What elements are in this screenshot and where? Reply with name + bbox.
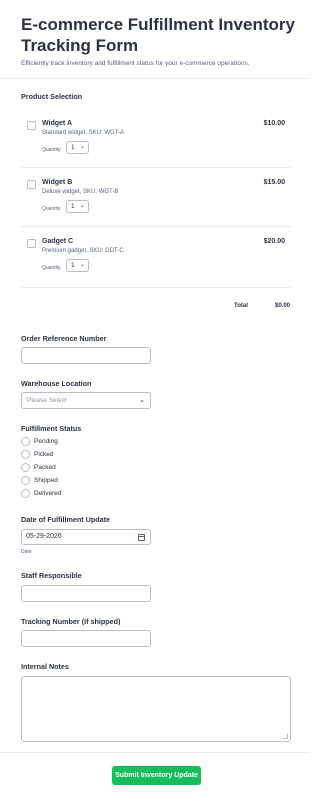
checkbox-icon[interactable] xyxy=(27,180,36,189)
order-reference-label: Order Reference Number xyxy=(21,334,107,343)
product-name: Widget B xyxy=(42,179,73,186)
chevron-down-icon: ⌄ xyxy=(79,262,85,268)
notes-textarea[interactable] xyxy=(21,676,291,742)
order-reference-input[interactable] xyxy=(21,347,151,364)
quantity-label: Quantity xyxy=(42,147,61,153)
header-divider xyxy=(0,78,310,79)
product-name: Widget A xyxy=(42,120,73,127)
radio-label: Shipped xyxy=(34,477,58,484)
notes-label: Internal Notes xyxy=(21,662,69,671)
form-title-line1: E-commerce Fulfillment Inventory xyxy=(21,15,295,34)
quantity-select[interactable]: 1 ⌄ xyxy=(66,200,89,213)
tracking-label: Tracking Number (if shipped) xyxy=(21,617,121,626)
total-label: Total xyxy=(234,303,248,309)
quantity-value: 1 xyxy=(71,144,75,151)
date-label: Date of Fulfillment Update xyxy=(21,515,111,524)
product-description: Standard widget, SKU: WGT-A xyxy=(42,130,125,136)
radio-icon[interactable] xyxy=(21,463,30,472)
product-selection-label: Product Selection xyxy=(21,92,83,101)
total-value: $0.00 xyxy=(275,303,291,309)
radio-label: Pending xyxy=(34,438,58,445)
product-description: Deluxe widget, SKU: WGT-B xyxy=(42,189,119,195)
submit-button[interactable]: Submit Inventory Update xyxy=(112,766,201,785)
quantity-label: Quantity xyxy=(42,206,61,212)
form-title: E-commerce Fulfillment Inventory Trackin… xyxy=(21,14,301,56)
product-item: Gadget C Premium gadget, SKU: GDT-C $20.… xyxy=(27,238,289,284)
calendar-icon[interactable] xyxy=(138,534,145,541)
date-input[interactable]: 05-29-2026 xyxy=(21,529,151,545)
staff-label: Staff Responsible xyxy=(21,571,82,580)
radio-icon[interactable] xyxy=(21,450,30,459)
warehouse-select[interactable]: Please Select ⌄ xyxy=(21,392,151,409)
quantity-value: 1 xyxy=(71,262,75,269)
warehouse-placeholder: Please Select xyxy=(27,397,67,404)
quantity-select[interactable]: 1 ⌄ xyxy=(66,259,89,272)
staff-input[interactable] xyxy=(21,585,151,602)
warehouse-label: Warehouse Location xyxy=(21,379,92,388)
form-subtitle: Efficiently track inventory and fulfillm… xyxy=(21,60,250,67)
checkbox-icon[interactable] xyxy=(27,239,36,248)
date-sublabel: Date xyxy=(21,549,32,555)
resize-handle-icon[interactable] xyxy=(283,734,288,739)
chevron-down-icon: ⌄ xyxy=(139,397,145,404)
radio-icon[interactable] xyxy=(21,437,30,446)
chevron-down-icon: ⌄ xyxy=(79,203,85,209)
fulfillment-status-label: Fulfillment Status xyxy=(21,424,82,433)
chevron-down-icon: ⌄ xyxy=(79,144,85,150)
footer-divider xyxy=(0,752,310,753)
product-description: Premium gadget, SKU: GDT-C xyxy=(42,248,124,254)
radio-label: Delivered xyxy=(34,490,62,497)
product-separator xyxy=(21,226,291,227)
product-price: $15.00 xyxy=(263,179,285,186)
form-title-line2: Tracking Form xyxy=(21,36,139,55)
quantity-select[interactable]: 1 ⌄ xyxy=(66,141,89,154)
product-name: Gadget C xyxy=(42,238,74,245)
radio-icon[interactable] xyxy=(21,489,30,498)
product-price: $10.00 xyxy=(263,120,285,127)
radio-label: Picked xyxy=(34,451,54,458)
product-price: $20.00 xyxy=(263,238,285,245)
form-header: E-commerce Fulfillment Inventory Trackin… xyxy=(21,14,301,67)
radio-label: Packed xyxy=(34,464,56,471)
quantity-value: 1 xyxy=(71,203,75,210)
product-separator xyxy=(21,287,291,288)
checkbox-icon[interactable] xyxy=(27,121,36,130)
radio-icon[interactable] xyxy=(21,476,30,485)
tracking-input[interactable] xyxy=(21,630,151,647)
product-item: Widget B Deluxe widget, SKU: WGT-B $15.0… xyxy=(27,179,289,225)
date-value: 05-29-2026 xyxy=(26,533,62,540)
quantity-label: Quantity xyxy=(42,265,61,271)
product-separator xyxy=(21,167,291,168)
product-item: Widget A Standard widget, SKU: WGT-A $10… xyxy=(27,120,289,166)
